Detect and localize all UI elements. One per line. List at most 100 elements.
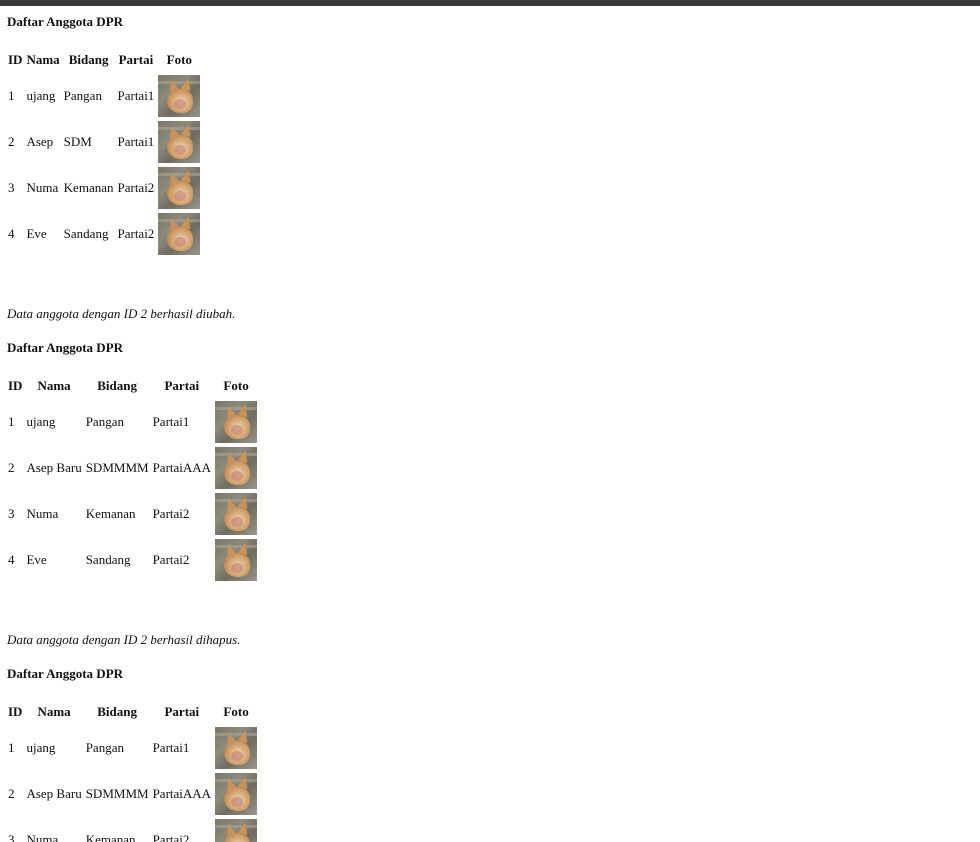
cell-id: 3 [8, 180, 15, 195]
cell-id: 1 [8, 88, 15, 103]
cell-partai: Partai1 [117, 134, 155, 149]
cell-id: 4 [8, 552, 15, 567]
cell-partai: Partai2 [152, 506, 190, 521]
cell-partai: Partai1 [117, 88, 155, 103]
cell-nama: ujang [26, 88, 56, 103]
table-row: 2 Asep Baru SDMMMM PartaiAAA [7, 772, 258, 816]
col-partai: Partai [164, 378, 200, 393]
cell-partai: PartaiAAA [152, 460, 212, 475]
cell-nama: Asep Baru [26, 460, 82, 475]
table-row: 3 Numa Kemanan Partai2 [7, 492, 258, 536]
status-message: Data anggota dengan ID 2 berhasil diubah… [7, 306, 236, 321]
status-message: Data anggota dengan ID 2 berhasil dihapu… [7, 632, 241, 647]
cell-bidang: SDMMMM [85, 786, 149, 801]
cell-partai: PartaiAAA [152, 786, 212, 801]
table-row: 2 Asep Baru SDMMMM PartaiAAA [7, 446, 258, 490]
table-row: 3 Numa Kemanan Partai2 [7, 166, 201, 210]
table-row: 1 ujang Pangan Partai1 [7, 726, 258, 770]
members-table-3: ID Nama Bidang Partai Foto 1 ujang Panga… [5, 698, 260, 842]
cell-id: 3 [8, 832, 15, 842]
cell-bidang: SDM [63, 134, 92, 149]
cell-bidang: Sandang [63, 226, 109, 241]
cat-photo-icon [215, 493, 258, 535]
table-row: 1 ujang Pangan Partai1 [7, 400, 258, 444]
cell-nama: Numa [26, 832, 59, 842]
cell-id: 4 [8, 226, 15, 241]
col-partai: Partai [164, 704, 200, 719]
cell-foto [214, 772, 258, 816]
table-header-row: ID Nama Bidang Partai Foto [7, 374, 258, 398]
col-bidang: Bidang [97, 704, 137, 719]
col-nama: Nama [37, 378, 71, 393]
cell-bidang: Pangan [85, 414, 124, 429]
cell-foto [214, 538, 258, 582]
col-bidang: Bidang [68, 52, 109, 67]
col-nama: Nama [37, 704, 71, 719]
cell-nama: Numa [26, 180, 59, 195]
cat-photo-icon [215, 819, 258, 842]
cat-photo-icon [158, 213, 201, 255]
cell-id: 2 [8, 460, 15, 475]
col-partai: Partai [118, 52, 154, 67]
col-id: ID [8, 704, 23, 719]
cat-photo-icon [158, 167, 201, 209]
section-3: Data anggota dengan ID 2 berhasil dihapu… [7, 630, 907, 842]
cell-partai: Partai2 [152, 832, 190, 842]
cat-photo-icon [215, 727, 258, 769]
cell-foto [214, 492, 258, 536]
cell-foto [214, 400, 258, 444]
col-id: ID [8, 52, 23, 67]
col-foto: Foto [223, 378, 249, 393]
cell-partai: Partai2 [117, 226, 155, 241]
section-1: Daftar Anggota DPR ID Nama Bidang Partai… [7, 12, 907, 258]
cat-photo-icon [215, 447, 258, 489]
table-row: 3 Numa Kemanan Partai2 [7, 818, 258, 842]
cell-partai: Partai2 [117, 180, 155, 195]
cell-bidang: Pangan [63, 88, 102, 103]
cell-id: 3 [8, 506, 15, 521]
page-title: Daftar Anggota DPR [7, 14, 124, 29]
cell-partai: Partai2 [152, 552, 190, 567]
cell-id: 1 [8, 414, 15, 429]
section-2: Data anggota dengan ID 2 berhasil diubah… [7, 304, 907, 584]
members-table-2: ID Nama Bidang Partai Foto 1 ujang Panga… [5, 372, 260, 584]
cell-nama: Asep Baru [26, 786, 82, 801]
cell-nama: Eve [26, 552, 47, 567]
browser-top-bar [0, 0, 980, 6]
page-title: Daftar Anggota DPR [7, 666, 124, 681]
cat-photo-icon [158, 75, 201, 117]
table-row: 2 Asep SDM Partai1 [7, 120, 201, 164]
cell-foto [214, 726, 258, 770]
table-header-row: ID Nama Bidang Partai Foto [7, 700, 258, 724]
cat-photo-icon [158, 121, 201, 163]
cell-bidang: Kemanan [63, 180, 114, 195]
cell-foto [157, 120, 201, 164]
cell-partai: Partai1 [152, 740, 190, 755]
page-content: Daftar Anggota DPR ID Nama Bidang Partai… [7, 12, 907, 842]
cell-foto [157, 74, 201, 118]
cat-photo-icon [215, 773, 258, 815]
cell-nama: ujang [26, 740, 56, 755]
cell-bidang: Sandang [85, 552, 131, 567]
cell-foto [214, 446, 258, 490]
members-table-1: ID Nama Bidang Partai Foto 1 ujang Panga… [5, 46, 203, 258]
cell-id: 2 [8, 786, 15, 801]
col-nama: Nama [26, 52, 60, 67]
cell-partai: Partai1 [152, 414, 190, 429]
col-foto: Foto [166, 52, 192, 67]
cell-foto [157, 212, 201, 256]
col-id: ID [8, 378, 23, 393]
cat-photo-icon [215, 539, 258, 581]
table-row: 4 Eve Sandang Partai2 [7, 538, 258, 582]
page-title: Daftar Anggota DPR [7, 340, 124, 355]
cat-photo-icon [215, 401, 258, 443]
col-foto: Foto [223, 704, 249, 719]
cell-id: 1 [8, 740, 15, 755]
cell-nama: ujang [26, 414, 56, 429]
cell-nama: Numa [26, 506, 59, 521]
cell-bidang: Kemanan [85, 506, 136, 521]
table-header-row: ID Nama Bidang Partai Foto [7, 48, 201, 72]
col-bidang: Bidang [97, 378, 137, 393]
table-row: 1 ujang Pangan Partai1 [7, 74, 201, 118]
cell-nama: Eve [26, 226, 47, 241]
